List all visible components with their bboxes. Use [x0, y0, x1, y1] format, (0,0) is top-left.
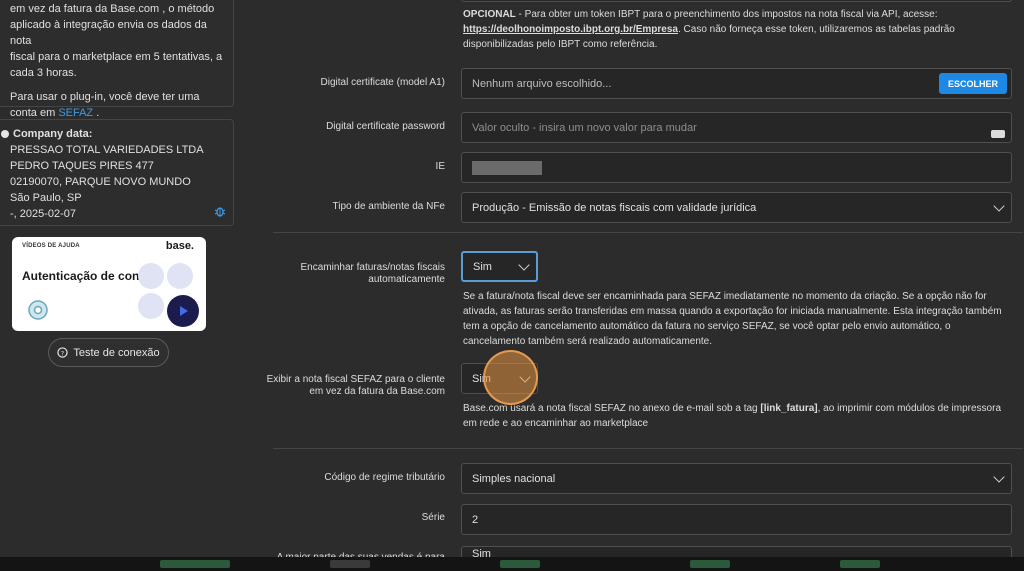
show-sefaz-label: Exibir a nota fiscal SEFAZ para o client… [267, 374, 445, 398]
plugin-requirement-text: Para usar o plug-in, você deve ter uma c… [10, 89, 223, 121]
environment-value: Produção - Emissão de notas fiscais com … [472, 201, 757, 214]
taskbar [0, 557, 1024, 571]
tax-regime-label: Código de regime tributário [324, 472, 445, 483]
decor-circle [167, 263, 193, 289]
company-data-box: Company data: PRESSAO TOTAL VARIEDADES L… [0, 119, 234, 226]
series-value: 2 [472, 513, 479, 526]
password-field[interactable]: Valor oculto - insira um novo valor para… [461, 112, 1012, 143]
help-text: em rede e ao encaminhar ao marketplace [463, 418, 649, 429]
reveal-password-icon[interactable] [991, 130, 1005, 138]
series-input[interactable]: 2 [461, 504, 1012, 535]
base-logo: base. [165, 240, 194, 252]
chevron-down-icon [993, 470, 1005, 483]
ibpt-text: - Para obter um token IBPT para o preenc… [515, 9, 938, 20]
label-line: automaticamente [368, 274, 445, 285]
taskbar-item[interactable] [840, 560, 880, 568]
ibpt-text: disponibilizadas pelo IBPT como referênc… [463, 39, 658, 50]
company-line: São Paulo, SP [10, 192, 82, 204]
series-label: Série [421, 512, 445, 523]
company-line: 02190070, PARQUE NOVO MUNDO [10, 176, 191, 188]
integration-info-box: em vez da fatura da Base.com , o método … [0, 0, 234, 119]
play-icon[interactable] [167, 295, 199, 327]
gear-icon [28, 300, 48, 320]
forward-invoices-label: Encaminhar faturas/notas fiscais automat… [300, 262, 445, 286]
ie-label: IE [435, 161, 445, 172]
ibpt-text: . Caso não forneça esse token, utilizare… [678, 24, 955, 35]
bullet-icon [1, 130, 9, 138]
cert-label: Digital certificate (model A1) [320, 77, 446, 88]
sefaz-link[interactable]: SEFAZ [58, 107, 93, 119]
help-line: tem a opção de cancelamento automático d… [463, 321, 951, 332]
company-title-text: Company data: [13, 128, 93, 140]
company-line: PEDRO TAQUES PIRES 477 [10, 160, 154, 172]
click-indicator [483, 350, 538, 405]
info-line: fiscal para o marketplace em 5 tentativa… [10, 51, 223, 63]
company-line: -, 2025-02-07 [10, 208, 77, 220]
masked-value [472, 160, 542, 175]
company-data-title: Company data: [1, 126, 223, 142]
tax-regime-select[interactable]: Simples nacional [461, 463, 1012, 494]
tax-regime-value: Simples nacional [472, 472, 556, 485]
ibpt-help-text: OPCIONAL - Para obter um token IBPT para… [463, 7, 1015, 52]
cert-file-input[interactable]: Nenhum arquivo escolhido... ESCOLHER [461, 68, 1012, 99]
section-divider [273, 448, 1023, 449]
help-circle-icon: ? [57, 347, 69, 358]
label-line: em vez da fatura da Base.com [309, 386, 445, 397]
chevron-down-icon [518, 258, 530, 271]
ie-field[interactable] [461, 152, 1012, 183]
taskbar-item[interactable] [160, 560, 230, 568]
ibpt-link[interactable]: https://deolhonoimposto.ibpt.org.br/Empr… [463, 24, 678, 35]
test-connection-button[interactable]: ? Teste de conexão [48, 338, 169, 367]
plugin-text: Para usar o plug-in, você deve ter uma c… [10, 91, 200, 119]
help-line: Se a fatura/nota fiscal deve ser encamin… [463, 291, 987, 302]
taskbar-item[interactable] [330, 560, 370, 568]
taskbar-item[interactable] [500, 560, 540, 568]
bug-icon[interactable] [214, 205, 226, 217]
info-line: aplicado à integração envia os dados da … [10, 19, 207, 47]
company-line: PRESSAO TOTAL VARIEDADES LTDA [10, 144, 204, 156]
forward-value: Sim [473, 260, 492, 273]
environment-select[interactable]: Produção - Emissão de notas fiscais com … [461, 192, 1012, 223]
password-placeholder: Valor oculto - insira um novo valor para… [472, 121, 697, 134]
show-sefaz-help-text: Base.com usará a nota fiscal SEFAZ no an… [463, 401, 1015, 431]
taskbar-item[interactable] [690, 560, 730, 568]
label-line: Exibir a nota fiscal SEFAZ para o client… [266, 374, 445, 385]
decor-circle [138, 263, 164, 289]
video-tag: VÍDEOS DE AJUDA [22, 243, 80, 249]
info-line: em vez da fatura da Base.com , o método [10, 3, 215, 15]
integration-info-text: em vez da fatura da Base.com , o método … [10, 1, 223, 81]
plugin-suffix: . [93, 107, 100, 119]
test-connection-label: Teste de conexão [73, 346, 160, 359]
svg-text:?: ? [61, 349, 64, 357]
forward-invoices-select[interactable]: Sim [461, 251, 538, 282]
forward-help-text: Se a fatura/nota fiscal deve ser encamin… [463, 289, 1015, 349]
info-line: cada 3 horas. [10, 67, 77, 79]
cert-file-text: Nenhum arquivo escolhido... [472, 77, 612, 90]
decor-circle [138, 293, 164, 319]
help-line: ativada, as faturas serão transferidas e… [463, 306, 1002, 317]
environment-label: Tipo de ambiente da NFe [332, 201, 445, 212]
help-text: , ao imprimir com módulos de impressora [817, 403, 1002, 414]
link-fatura-tag: [link_fatura] [760, 403, 818, 414]
section-divider [273, 232, 1023, 233]
help-line: cancelamento também será realizado autom… [463, 336, 713, 347]
label-line: Encaminhar faturas/notas fiscais [300, 262, 445, 273]
choose-file-button[interactable]: ESCOLHER [938, 73, 1007, 94]
chevron-down-icon [993, 199, 1005, 212]
password-label: Digital certificate password [326, 121, 445, 132]
optional-label: OPCIONAL [463, 9, 516, 20]
help-text: Base.com usará a nota fiscal SEFAZ no an… [463, 403, 761, 414]
previous-field[interactable] [461, 0, 1012, 2]
video-title: Autenticação de conta [22, 269, 151, 283]
